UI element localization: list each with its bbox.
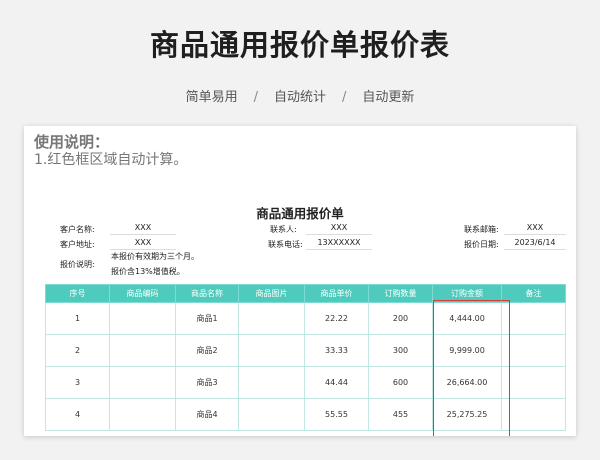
column-header-amount[interactable]: 订购金额 bbox=[432, 284, 502, 303]
cell-index[interactable]: 3 bbox=[45, 366, 110, 399]
table-row: 1 商品1 22.22 200 4,444.00 bbox=[45, 302, 566, 335]
cell-name[interactable]: 商品4 bbox=[175, 398, 239, 431]
column-header-remark[interactable]: 备注 bbox=[501, 284, 566, 303]
quote-note-label: 报价说明: bbox=[60, 260, 95, 269]
feature-tag: 自动统计 bbox=[273, 90, 326, 105]
column-header-code[interactable]: 商品编码 bbox=[109, 284, 176, 303]
cell-quantity[interactable]: 300 bbox=[368, 334, 433, 367]
phone-label: 联系电话: bbox=[268, 240, 303, 249]
table-row: 3 商品3 44.44 600 26,664.00 bbox=[45, 366, 566, 399]
column-header-quantity[interactable]: 订购数量 bbox=[368, 284, 433, 303]
cell-index[interactable]: 4 bbox=[45, 398, 110, 431]
quote-date-label: 报价日期: bbox=[464, 240, 499, 249]
cell-code[interactable] bbox=[109, 398, 176, 431]
quote-table: 序号 商品编码 商品名称 商品图片 商品单价 订购数量 订购金额 备注 1 商品… bbox=[45, 284, 566, 431]
cell-price[interactable]: 44.44 bbox=[304, 366, 369, 399]
cell-name[interactable]: 商品1 bbox=[175, 302, 239, 335]
email-value[interactable]: XXX bbox=[504, 222, 566, 235]
email-label: 联系邮箱: bbox=[464, 225, 499, 234]
phone-value[interactable]: 13XXXXXX bbox=[306, 237, 372, 250]
quote-note-line-2[interactable]: 报价含13%增值税。 bbox=[111, 266, 185, 278]
cell-price[interactable]: 55.55 bbox=[304, 398, 369, 431]
cell-amount[interactable]: 26,664.00 bbox=[432, 366, 502, 399]
table-header-row: 序号 商品编码 商品名称 商品图片 商品单价 订购数量 订购金额 备注 bbox=[45, 284, 566, 303]
cell-index[interactable]: 1 bbox=[45, 302, 110, 335]
tag-separator: / bbox=[342, 90, 347, 105]
cell-image[interactable] bbox=[238, 302, 305, 335]
column-header-price[interactable]: 商品单价 bbox=[304, 284, 369, 303]
customer-name-label: 客户名称: bbox=[60, 225, 95, 234]
table-row: 2 商品2 33.33 300 9,999.00 bbox=[45, 334, 566, 367]
cell-amount[interactable]: 4,444.00 bbox=[432, 302, 502, 335]
cell-image[interactable] bbox=[238, 366, 305, 399]
cell-price[interactable]: 22.22 bbox=[304, 302, 369, 335]
column-header-name[interactable]: 商品名称 bbox=[175, 284, 239, 303]
column-header-index[interactable]: 序号 bbox=[45, 284, 110, 303]
cell-remark[interactable] bbox=[501, 366, 566, 399]
cell-quantity[interactable]: 455 bbox=[368, 398, 433, 431]
cell-quantity[interactable]: 200 bbox=[368, 302, 433, 335]
cell-quantity[interactable]: 600 bbox=[368, 366, 433, 399]
cell-remark[interactable] bbox=[501, 334, 566, 367]
contact-value[interactable]: XXX bbox=[306, 222, 372, 235]
cell-remark[interactable] bbox=[501, 302, 566, 335]
usage-notes: 使用说明： 1.红色框区域自动计算。 bbox=[34, 133, 187, 169]
page-title: 商品通用报价单报价表 bbox=[149, 28, 450, 62]
tag-separator: / bbox=[253, 90, 258, 105]
cell-code[interactable] bbox=[109, 302, 176, 335]
cell-price[interactable]: 33.33 bbox=[304, 334, 369, 367]
cell-name[interactable]: 商品2 bbox=[175, 334, 239, 367]
quote-date-value[interactable]: 2023/6/14 bbox=[504, 237, 566, 250]
contact-label: 联系人: bbox=[270, 225, 297, 234]
column-header-image[interactable]: 商品图片 bbox=[238, 284, 305, 303]
cell-image[interactable] bbox=[238, 334, 305, 367]
feature-tags: 简单易用 / 自动统计 / 自动更新 bbox=[0, 86, 600, 105]
cell-amount[interactable]: 9,999.00 bbox=[432, 334, 502, 367]
cell-index[interactable]: 2 bbox=[45, 334, 110, 367]
cell-code[interactable] bbox=[109, 334, 176, 367]
customer-address-value[interactable]: XXX bbox=[110, 237, 176, 250]
cell-amount[interactable]: 25,275.25 bbox=[432, 398, 502, 431]
feature-tag: 自动更新 bbox=[362, 90, 415, 105]
cell-remark[interactable] bbox=[501, 398, 566, 431]
feature-tag: 简单易用 bbox=[185, 90, 238, 105]
form-title: 商品通用报价单 bbox=[256, 206, 344, 221]
cell-image[interactable] bbox=[238, 398, 305, 431]
customer-address-label: 客户地址: bbox=[60, 240, 95, 249]
cell-name[interactable]: 商品3 bbox=[175, 366, 239, 399]
usage-notes-title: 使用说明： bbox=[34, 133, 110, 151]
quote-note-line-1[interactable]: 本报价有效期为三个月。 bbox=[111, 251, 199, 263]
table-row: 4 商品4 55.55 455 25,275.25 bbox=[45, 398, 566, 431]
usage-notes-body: 1.红色框区域自动计算。 bbox=[34, 152, 188, 168]
customer-name-value[interactable]: XXX bbox=[110, 222, 176, 235]
cell-code[interactable] bbox=[109, 366, 176, 399]
quote-sheet: 使用说明： 1.红色框区域自动计算。 商品通用报价单 客户名称: XXX 联系人… bbox=[24, 126, 576, 436]
